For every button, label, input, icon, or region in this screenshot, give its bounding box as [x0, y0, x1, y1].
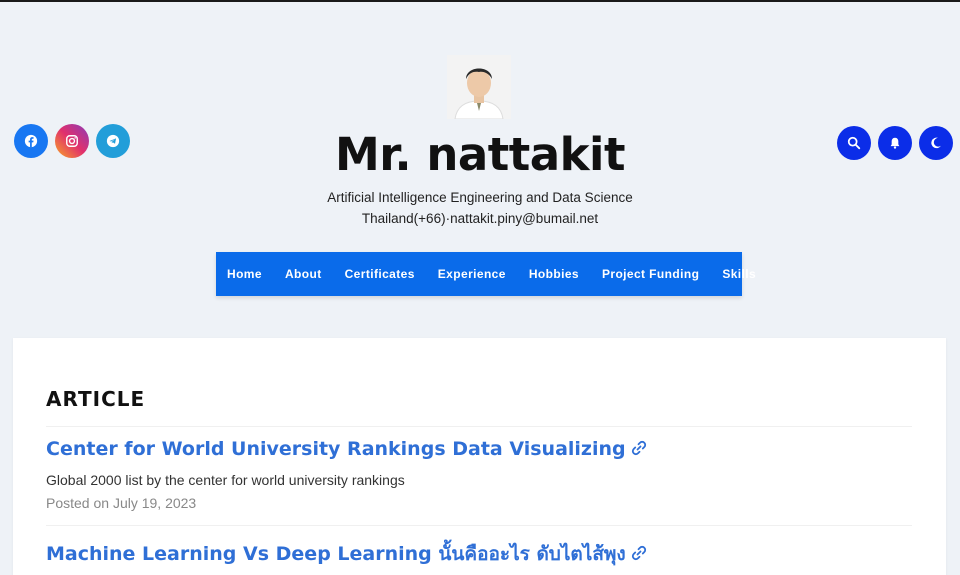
post-title: Machine Learning Vs Deep Learning นั้นคื…	[46, 543, 626, 565]
nav-item-hobbies[interactable]: Hobbies	[529, 267, 579, 281]
article-card: ARTICLE Center for World University Rank…	[13, 338, 946, 575]
site-header: Mr. nattakit Artificial Intelligence Eng…	[0, 2, 960, 336]
site-contact: Thailand(+66)·nattakit.piny@bumail.net	[361, 211, 599, 226]
avatar	[447, 55, 511, 119]
link-icon	[630, 439, 648, 462]
site-title[interactable]: Mr. nattakit	[0, 128, 960, 181]
divider	[46, 426, 912, 427]
nav-item-home[interactable]: Home	[227, 267, 262, 281]
main-nav: Home About Certificates Experience Hobbi…	[216, 252, 756, 296]
site-tagline: Artificial Intelligence Engineering and …	[327, 190, 633, 205]
nav-item-project-funding[interactable]: Project Funding	[602, 267, 699, 281]
post-title-link[interactable]: Center for World University Rankings Dat…	[46, 438, 648, 462]
post-date: Posted on July 19, 2023	[46, 495, 197, 511]
post-title: Center for World University Rankings Dat…	[46, 438, 626, 460]
post-title-link[interactable]: Machine Learning Vs Deep Learning นั้นคื…	[46, 539, 648, 569]
nav-item-certificates[interactable]: Certificates	[345, 267, 415, 281]
nav-item-skills[interactable]: Skills	[722, 267, 756, 281]
post-excerpt: Global 2000 list by the center for world…	[46, 472, 405, 488]
nav-item-experience[interactable]: Experience	[438, 267, 506, 281]
nav-item-about[interactable]: About	[285, 267, 322, 281]
link-icon	[630, 544, 648, 567]
divider	[46, 525, 912, 526]
section-title: ARTICLE	[46, 387, 146, 411]
